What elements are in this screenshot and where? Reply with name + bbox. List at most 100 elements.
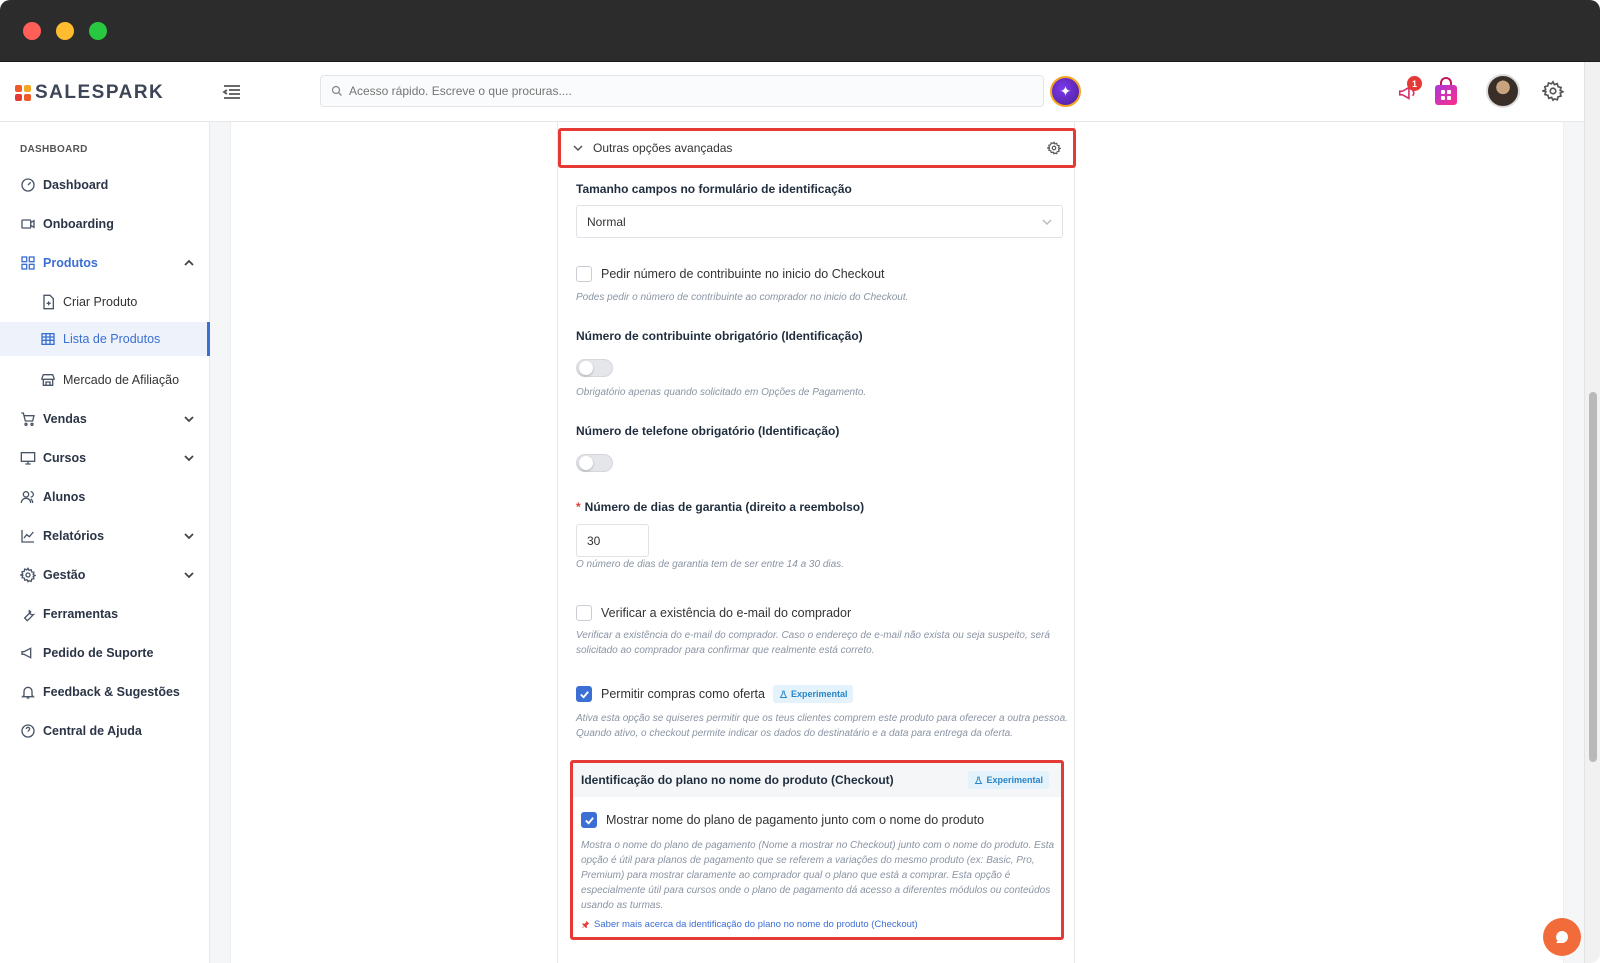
search-icon (331, 85, 343, 97)
ask-tax-number-label: Pedir número de contribuinte no inicio d… (601, 267, 885, 281)
sidebar-item-produtos[interactable]: Produtos (0, 244, 210, 282)
sidebar-item-alunos[interactable]: Alunos (0, 478, 210, 516)
sidebar-item-criar-produto[interactable]: Criar Produto (0, 283, 210, 321)
guarantee-days-label: * Número de dias de garantia (direito a r… (576, 500, 864, 514)
sidebar-item-label: Feedback & Sugestões (43, 685, 180, 699)
menu-collapse-icon[interactable] (220, 80, 244, 104)
logo-mark-icon (15, 85, 31, 101)
chevron-down-icon (184, 453, 194, 463)
guarantee-days-input[interactable]: 30 (576, 524, 649, 557)
required-mark: * (576, 500, 581, 514)
chart-icon (20, 528, 36, 544)
sidebar-item-cursos[interactable]: Cursos (0, 439, 210, 477)
plan-identification-link[interactable]: Saber mais acerca da identificação do pl… (581, 919, 918, 930)
sidebar-item-label: Vendas (43, 412, 87, 426)
tax-required-toggle[interactable] (576, 359, 613, 377)
ask-tax-number-help: Podes pedir o número de contribuinte ao … (576, 292, 909, 303)
field-size-select[interactable]: Normal (576, 205, 1063, 238)
sidebar-item-label: Onboarding (43, 217, 114, 231)
settings-gear-icon[interactable] (1047, 141, 1061, 155)
sidebar-item-feedback[interactable]: Feedback & Sugestões (0, 673, 210, 711)
notification-badge: 1 (1407, 76, 1422, 91)
sidebar-item-vendas[interactable]: Vendas (0, 400, 210, 438)
experimental-badge-text: Experimental (790, 689, 848, 699)
grid-icon (20, 255, 36, 271)
gift-purchase-label: Permitir compras como oferta (601, 687, 765, 701)
sidebar-item-pedido-suporte[interactable]: Pedido de Suporte (0, 634, 210, 672)
sidebar-item-label: Produtos (43, 256, 98, 270)
sidebar-heading: DASHBOARD (20, 144, 88, 155)
sidebar-item-label: Gestão (43, 568, 86, 582)
sidebar-item-onboarding[interactable]: Onboarding (0, 205, 210, 243)
file-plus-icon (40, 294, 56, 310)
plan-identification-title: Identificação do plano no nome do produt… (581, 773, 894, 787)
gift-purchase-checkbox[interactable] (576, 686, 592, 702)
sidebar-item-gestao[interactable]: Gestão (0, 556, 210, 594)
guarantee-days-value: 30 (587, 533, 601, 548)
sidebar: DASHBOARD Dashboard Onboarding Produtos … (0, 122, 210, 963)
tax-required-label: Número de contribuinte obrigatório (Iden… (576, 329, 863, 343)
maximize-window-button[interactable] (89, 22, 107, 40)
chat-bubble-icon (1554, 929, 1570, 945)
chat-support-button[interactable] (1543, 918, 1581, 956)
close-window-button[interactable] (23, 22, 41, 40)
ai-sparkle-button[interactable]: ✦ (1050, 76, 1081, 107)
show-plan-name-label: Mostrar nome do plano de pagamento junto… (606, 813, 985, 827)
plan-help-1: Mostra o nome do plano de pagamento (Nom… (581, 840, 1055, 851)
sidebar-item-central-ajuda[interactable]: Central de Ajuda (0, 712, 210, 750)
sidebar-item-label: Central de Ajuda (43, 724, 142, 738)
plan-help-4: especialmente útil para cursos onde o pl… (581, 885, 1051, 896)
sidebar-item-label: Criar Produto (63, 295, 138, 309)
quick-search-bar[interactable] (320, 75, 1044, 107)
sidebar-item-lista-produtos[interactable]: Lista de Produtos (0, 322, 210, 356)
store-icon (40, 372, 56, 388)
sidebar-item-dashboard[interactable]: Dashboard (0, 166, 210, 204)
phone-required-toggle[interactable] (576, 454, 613, 472)
scrollbar-thumb[interactable] (1589, 392, 1597, 762)
show-plan-name-row[interactable]: Mostrar nome do plano de pagamento junto… (581, 812, 984, 828)
search-input[interactable] (349, 84, 999, 98)
minimize-window-button[interactable] (56, 22, 74, 40)
page-scrollbar[interactable] (1584, 62, 1600, 963)
sidebar-item-mercado-afiliacao[interactable]: Mercado de Afiliação (0, 361, 210, 399)
verify-email-row[interactable]: Verificar a existência do e-mail do comp… (576, 605, 851, 621)
video-icon (20, 216, 36, 232)
settings-gear-icon[interactable] (1542, 80, 1564, 102)
flask-icon (974, 776, 983, 785)
verify-email-checkbox[interactable] (576, 605, 592, 621)
sidebar-item-label: Cursos (43, 451, 87, 465)
plan-identification-header: Identificação do plano no nome do produt… (573, 763, 1061, 797)
salespark-logo[interactable]: SALESPARK (15, 82, 164, 104)
monitor-icon (20, 450, 36, 466)
chevron-up-icon (184, 258, 194, 268)
users-icon (20, 489, 36, 505)
plan-help-5: usando as turmas. (581, 900, 664, 911)
flask-icon (779, 690, 788, 699)
advanced-options-header[interactable]: Outras opções avançadas (558, 128, 1076, 168)
wrench-icon (20, 606, 36, 622)
ask-tax-number-checkbox[interactable] (576, 266, 592, 282)
ask-tax-number-row[interactable]: Pedir número de contribuinte no inicio d… (576, 266, 885, 282)
show-plan-name-checkbox[interactable] (581, 812, 597, 828)
experimental-badge: Experimental (968, 771, 1049, 789)
help-icon (20, 723, 36, 739)
logo-text: SALESPARK (35, 82, 165, 103)
gift-purchase-row[interactable]: Permitir compras como oferta Experimenta… (576, 685, 854, 703)
sidebar-item-relatorios[interactable]: Relatórios (0, 517, 210, 555)
gear-icon (20, 567, 36, 583)
bell-icon (20, 684, 36, 700)
sidebar-item-ferramentas[interactable]: Ferramentas (0, 595, 210, 633)
shopping-bag-icon[interactable] (1433, 76, 1459, 106)
top-navbar: SALESPARK ✦ 1 (0, 62, 1584, 122)
sparkle-icon: ✦ (1059, 83, 1072, 99)
sidebar-item-label: Relatórios (43, 529, 105, 543)
verify-email-label: Verificar a existência do e-mail do comp… (601, 606, 852, 620)
plan-identification-box: Identificação do plano no nome do produt… (570, 760, 1064, 940)
experimental-badge: Experimental (772, 685, 854, 703)
user-avatar[interactable] (1486, 74, 1520, 108)
sidebar-item-label: Mercado de Afiliação (63, 373, 180, 387)
chevron-down-icon (184, 414, 194, 424)
advanced-options-card: Outras opções avançadas Tamanho campos n… (557, 122, 1076, 963)
sidebar-item-label: Pedido de Suporte (43, 646, 154, 660)
verify-email-help-2: solicitado ao comprador para confirmar q… (576, 645, 875, 656)
